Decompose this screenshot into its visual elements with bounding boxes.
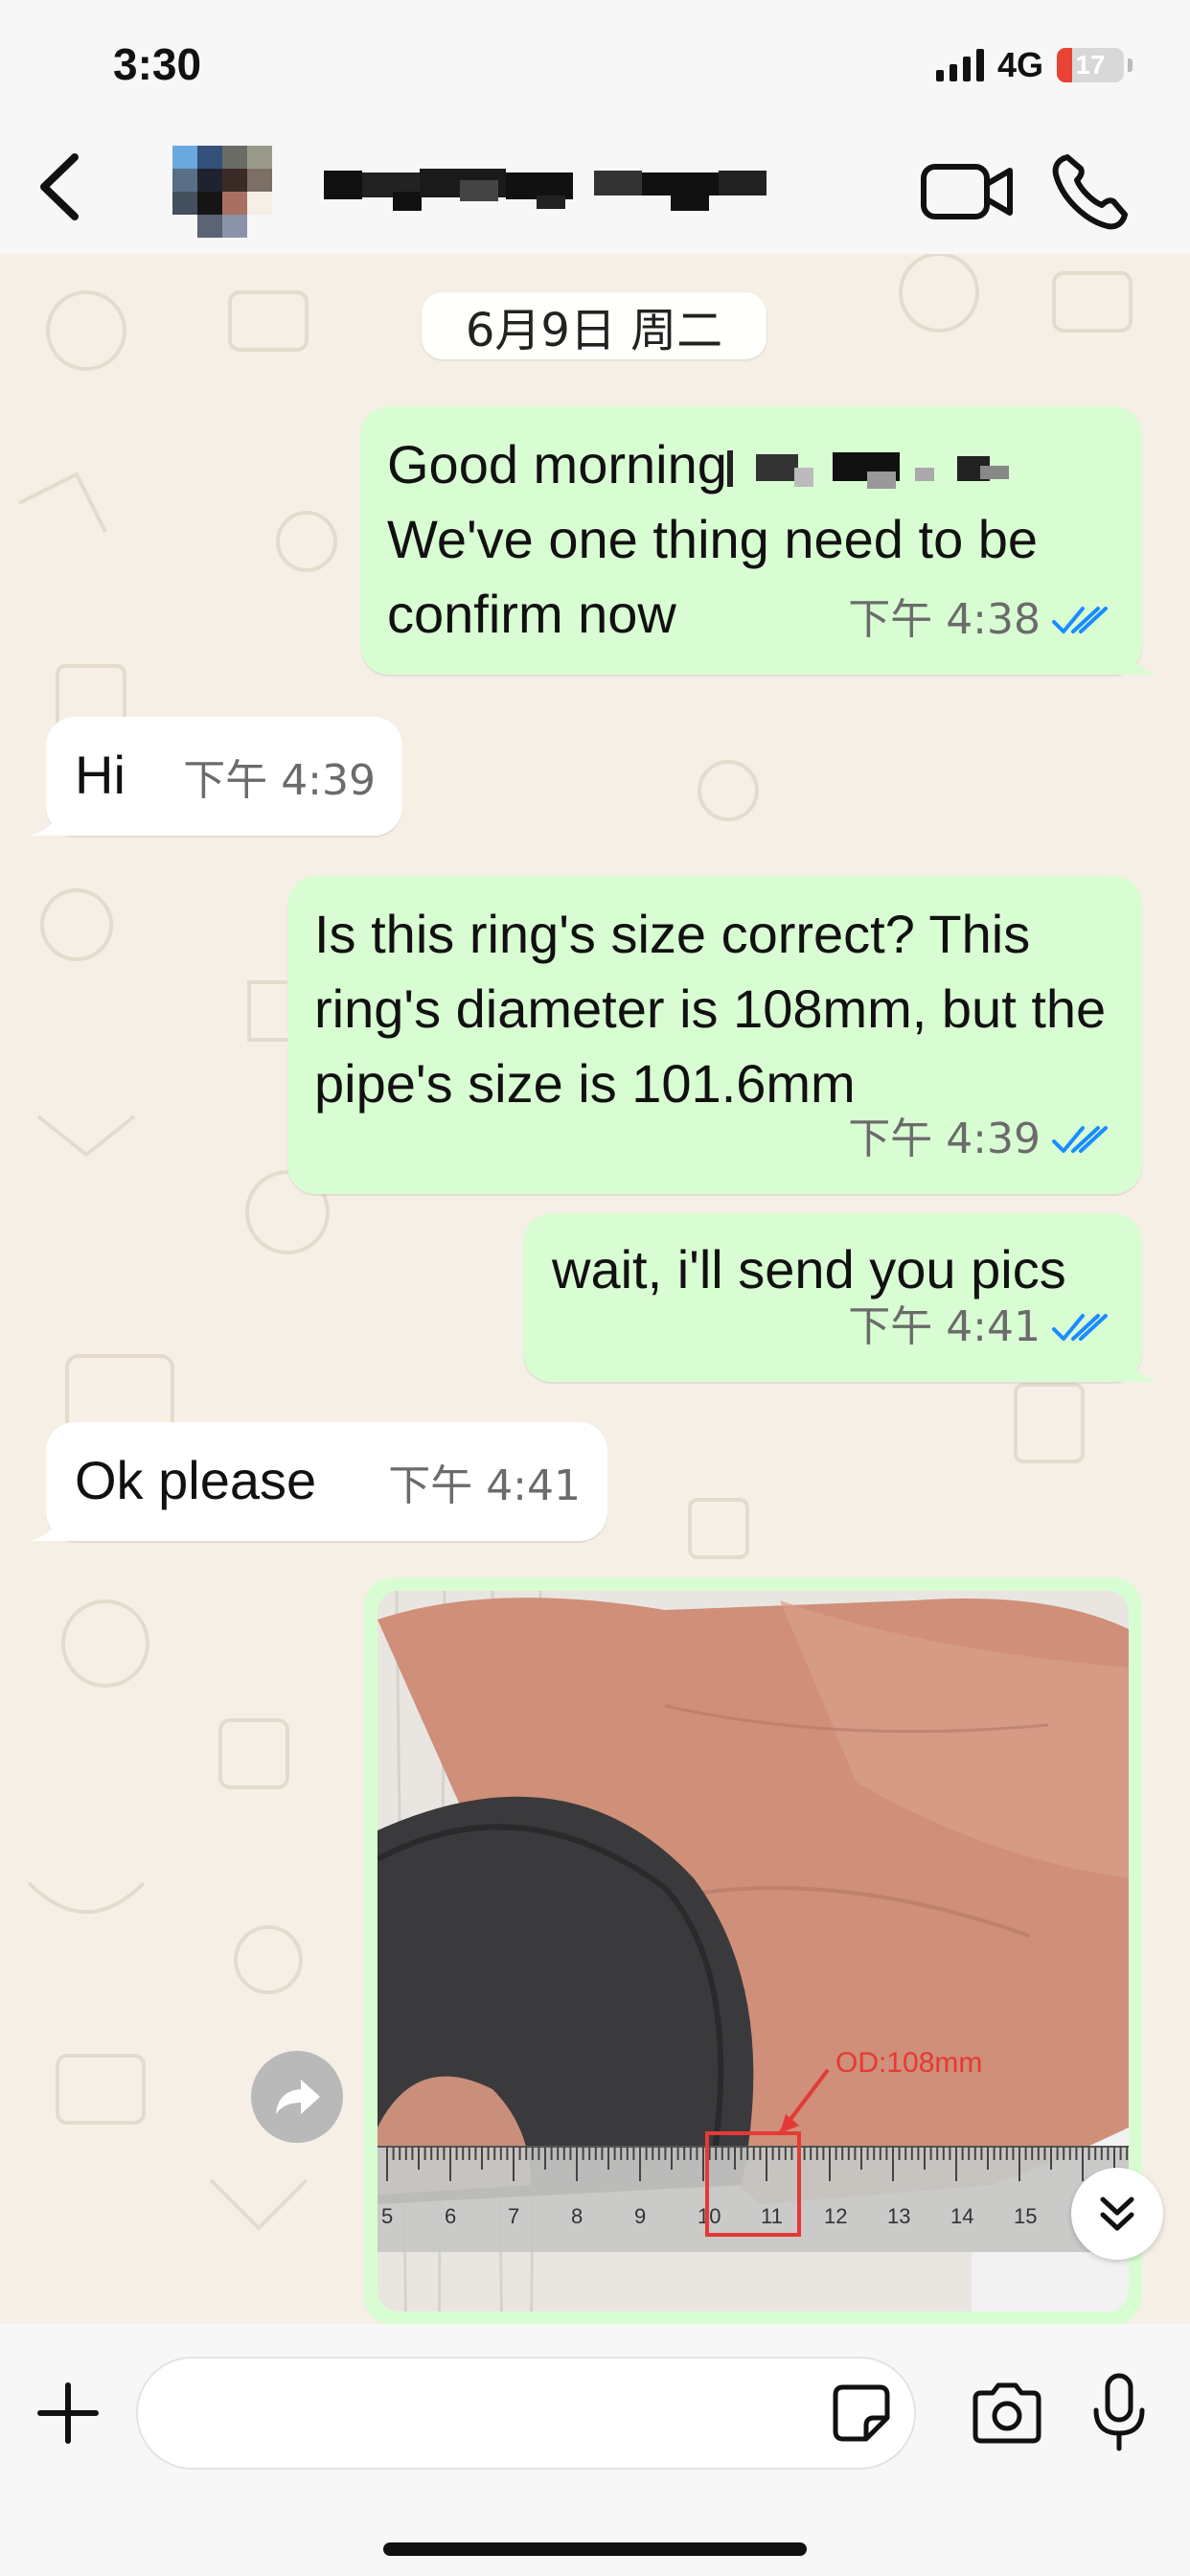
ruler-label: 14 (950, 2204, 973, 2228)
read-receipt-icon (1052, 607, 1108, 633)
ruler-label: 13 (887, 2204, 910, 2228)
avatar[interactable] (172, 146, 272, 238)
message-meta: 下午 4:41 (848, 1290, 1113, 1365)
message-time: 下午 4:39 (183, 756, 376, 805)
redacted-name (726, 450, 1009, 490)
message-meta: 下午 4:38 (848, 583, 1113, 657)
message-meta: 下午 4:39 (848, 1102, 1113, 1177)
message-text: Is this ring's size correct? This ring's… (314, 904, 1107, 1114)
status-time: 3:30 (113, 39, 202, 89)
battery-icon: 17 (1057, 48, 1124, 82)
composer-bar (0, 2324, 1190, 2576)
message-input[interactable] (136, 2357, 916, 2470)
ruler-label: 5 (381, 2204, 393, 2228)
chevron-left-icon[interactable] (29, 144, 96, 230)
ruler-label: 8 (571, 2204, 583, 2228)
ruler-label: 10 (698, 2204, 721, 2228)
ruler-label: 15 (1014, 2204, 1037, 2228)
chat-header: 3:30 4G 17 (0, 0, 1190, 254)
forward-button[interactable] (251, 2051, 343, 2143)
message-time: 下午 4:41 (848, 1302, 1041, 1351)
ruler-label: 12 (824, 2204, 847, 2228)
message-time: 下午 4:41 (388, 1461, 581, 1510)
photo-content: 5678910111213141516 OD:108mm (378, 1591, 1129, 2312)
bubble-tail (31, 797, 69, 836)
double-chevron-down-icon (1100, 2196, 1134, 2231)
phone-icon[interactable] (1050, 151, 1131, 232)
camera-icon[interactable] (970, 2381, 1044, 2445)
message-image-outgoing[interactable]: 5678910111213141516 OD:108mm (364, 1577, 1142, 2325)
bubble-tail (1119, 636, 1157, 675)
ruler-label: 9 (634, 2204, 646, 2228)
forward-arrow-icon (276, 2080, 320, 2114)
cellular-signal-icon (935, 49, 984, 81)
battery-level: 17 (1075, 50, 1106, 80)
network-type: 4G (996, 45, 1043, 84)
message-bubble-outgoing[interactable]: Is this ring's size correct? This ring's… (287, 876, 1142, 1194)
photo-ring-measurement[interactable]: 5678910111213141516 OD:108mm (378, 1591, 1129, 2312)
date-separator: 6月9日 周二 (422, 292, 767, 359)
plus-icon[interactable] (34, 2380, 102, 2447)
home-indicator (383, 2542, 807, 2556)
image-annotation: OD:108mm (835, 2047, 982, 2079)
contact-name-redacted[interactable] (316, 163, 776, 217)
message-bubble-incoming[interactable]: Ok please 下午 4:41 (31, 1422, 607, 1541)
message-meta: 下午 4:39 (183, 744, 376, 818)
sticker-icon[interactable] (832, 2383, 891, 2443)
message-time: 下午 4:38 (848, 595, 1041, 644)
ruler-label: 6 (445, 2204, 456, 2228)
message-meta: 下午 4:41 (388, 1449, 581, 1524)
video-camera-icon[interactable] (920, 153, 1016, 230)
bubble-tail (31, 1503, 69, 1541)
message-bubble-incoming[interactable]: Hi 下午 4:39 (31, 717, 402, 836)
status-indicators: 4G 17 (935, 45, 1133, 84)
ruler-label: 7 (508, 2204, 519, 2228)
message-bubble-outgoing[interactable]: wait, i'll send you pics 下午 4:41 (523, 1213, 1157, 1382)
read-receipt-icon (1052, 1314, 1108, 1341)
microphone-icon[interactable] (1090, 2372, 1148, 2454)
read-receipt-icon (1052, 1126, 1108, 1153)
scroll-to-bottom-button[interactable] (1071, 2168, 1163, 2260)
message-bubble-outgoing[interactable]: Good morning We've one thing need to be … (360, 406, 1157, 675)
ruler-label: 11 (761, 2204, 783, 2228)
message-time: 下午 4:39 (848, 1115, 1041, 1163)
bubble-tail (1119, 1344, 1157, 1382)
